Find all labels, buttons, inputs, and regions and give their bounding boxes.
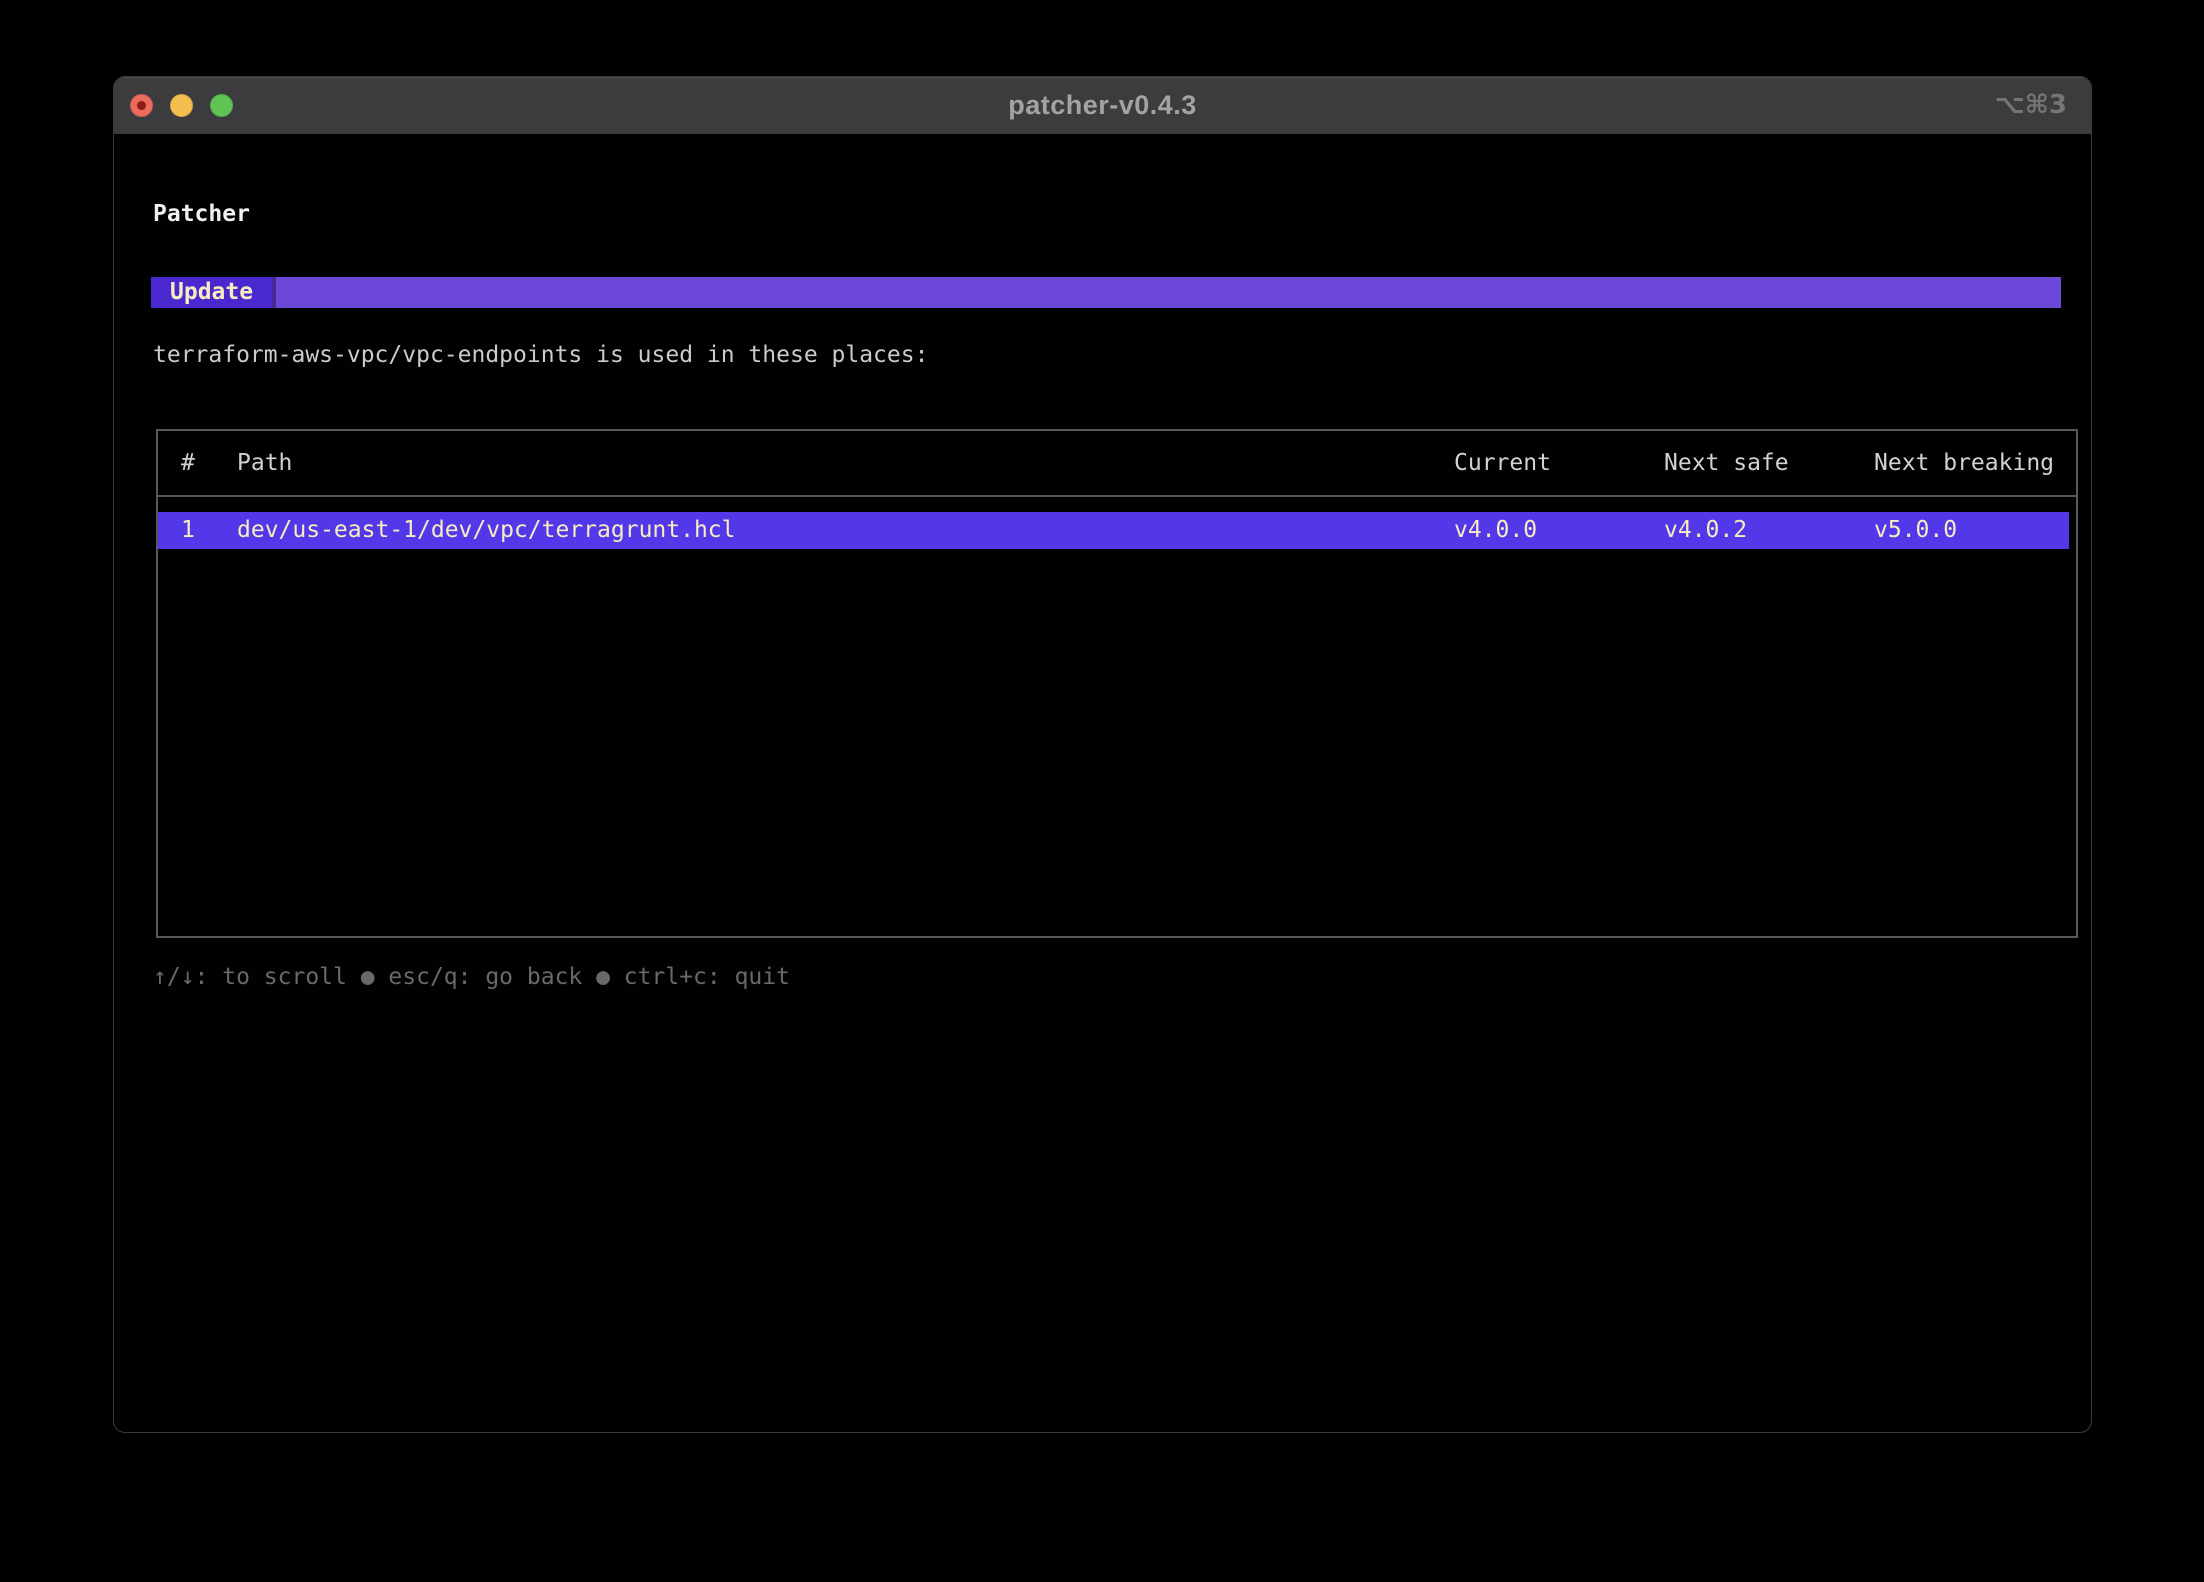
row-current-cell: v4.0.0 (1454, 512, 1537, 549)
usage-table: # Path Current Next safe Next breaking 1… (156, 429, 2078, 938)
tab-bar: Update (151, 277, 2061, 308)
page-title: Patcher (153, 199, 250, 229)
usage-description: terraform-aws-vpc/vpc-endpoints is used … (153, 339, 928, 371)
window-title: patcher-v0.4.3 (114, 77, 2091, 134)
column-header-current: Current (1454, 431, 1551, 495)
column-header-number: # (181, 431, 195, 495)
column-header-next-safe: Next safe (1664, 431, 1789, 495)
column-header-path: Path (237, 431, 292, 495)
app-window: patcher-v0.4.3 ⌥⌘3 Patcher Update terraf… (113, 76, 2092, 1433)
row-next-safe-cell: v4.0.2 (1664, 512, 1747, 549)
row-number-cell: 1 (181, 512, 195, 549)
window-shortcut-badge: ⌥⌘3 (1995, 77, 2067, 134)
column-header-next-breaking: Next breaking (1874, 431, 2054, 495)
row-next-breaking-cell: v5.0.0 (1874, 512, 1957, 549)
keyboard-hints: ↑/↓: to scroll ● esc/q: go back ● ctrl+c… (153, 961, 790, 993)
table-row-selected[interactable]: 1 dev/us-east-1/dev/vpc/terragrunt.hcl v… (158, 512, 2069, 549)
tab-update[interactable]: Update (151, 277, 272, 308)
table-header: # Path Current Next safe Next breaking (158, 431, 2076, 495)
title-bar: patcher-v0.4.3 ⌥⌘3 (114, 77, 2091, 134)
header-separator (158, 495, 2076, 497)
row-path-cell: dev/us-east-1/dev/vpc/terragrunt.hcl (237, 512, 736, 549)
terminal-content: Patcher Update terraform-aws-vpc/vpc-end… (114, 134, 2091, 1432)
